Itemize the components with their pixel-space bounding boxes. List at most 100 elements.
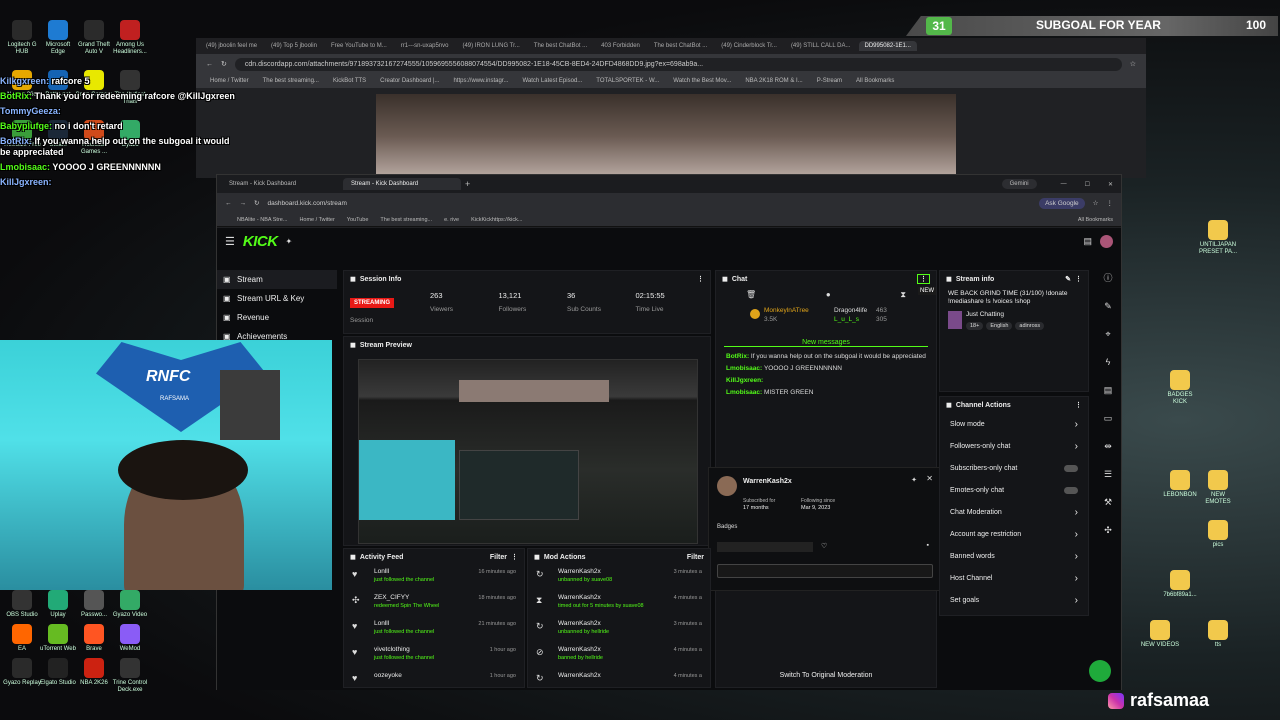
category-thumbnail[interactable]: [948, 311, 962, 329]
pinned-username[interactable]: MonkeylnATree: [764, 307, 809, 314]
desktop-icon[interactable]: Grand Theft Auto V: [74, 20, 114, 56]
back-icon[interactable]: ←: [206, 61, 213, 68]
bookmark-item[interactable]: Creator Dashboard |...: [380, 78, 439, 84]
back-icon[interactable]: ←: [225, 200, 232, 207]
category-name[interactable]: Just Chatting: [966, 311, 1044, 318]
chat-bubble-icon[interactable]: ●: [826, 290, 831, 300]
stream-preview-video[interactable]: [358, 359, 698, 544]
ask-google-button[interactable]: Ask Google: [1039, 197, 1085, 209]
bookmark-item[interactable]: NBA 2K18 ROM & I...: [745, 78, 802, 84]
activity-user[interactable]: Lonlll: [374, 568, 389, 575]
user-card-action-bar[interactable]: [717, 564, 933, 578]
hamburger-icon[interactable]: ☰: [225, 235, 235, 248]
mod-action-user[interactable]: WarrenKash2x: [558, 672, 601, 679]
sparkle-icon[interactable]: ✣: [1100, 522, 1116, 538]
channel-action-item[interactable]: Slow mode ›: [940, 413, 1088, 435]
toggle-switch[interactable]: [1064, 486, 1078, 494]
desktop-icon[interactable]: NBA 2K26: [74, 658, 114, 687]
background-tab[interactable]: (49) STILL CALL DA...: [785, 41, 857, 51]
bookmark-item[interactable]: NBAlite - NBA Stre...: [237, 217, 287, 223]
more-options-icon[interactable]: ⋮: [697, 275, 704, 283]
channel-action-item[interactable]: Chat Moderation ›: [940, 501, 1088, 523]
list-icon[interactable]: ☰: [1100, 466, 1116, 482]
background-tab[interactable]: (49) Cinderblock Tr...: [715, 41, 783, 51]
wrench-icon[interactable]: ⚒: [1100, 494, 1116, 510]
desktop-folder[interactable]: NEW VIDEOS: [1140, 620, 1180, 649]
desktop-folder[interactable]: LEBONBON: [1160, 470, 1200, 499]
channel-action-item[interactable]: Subscribers-only chat: [940, 457, 1088, 479]
background-tab[interactable]: The best ChatBot ...: [648, 41, 713, 51]
background-tab[interactable]: Free YouTube to M...: [325, 41, 393, 51]
bookmark-item[interactable]: Watch the Best Mov...: [673, 78, 731, 84]
edit-icon[interactable]: ✎: [1065, 275, 1071, 283]
mod-action-user[interactable]: WarrenKash2x: [558, 594, 601, 601]
mod-action-user[interactable]: WarrenKash2x: [558, 568, 601, 575]
notifications-icon[interactable]: ▤: [1083, 236, 1092, 247]
background-tab[interactable]: rr1---sn-uxap5nvo: [395, 41, 455, 51]
channel-action-item[interactable]: Host Channel ›: [940, 567, 1088, 589]
desktop-folder[interactable]: pics: [1198, 520, 1238, 549]
menu-dots-icon[interactable]: ⋮: [1107, 199, 1114, 207]
background-url[interactable]: cdn.discordapp.com/attachments/971893732…: [234, 57, 1122, 71]
bookmark-item[interactable]: Home / Twitter: [299, 217, 334, 223]
pencil-icon[interactable]: ✎: [1100, 298, 1116, 314]
bookmark-item[interactable]: The best streaming...: [380, 217, 432, 223]
desktop-icon[interactable]: Brave: [74, 624, 114, 653]
heart-icon[interactable]: ♡: [821, 542, 827, 550]
channel-action-item[interactable]: Emotes-only chat: [940, 479, 1088, 501]
sidebar-item-stream-url-key[interactable]: ▣ Stream URL & Key: [217, 289, 337, 308]
stream-tag[interactable]: adinross: [1015, 322, 1045, 330]
chat-username[interactable]: Lmobisaac:: [726, 389, 764, 396]
tab-kick-dashboard-2[interactable]: Stream - Kick Dashboard: [343, 178, 461, 190]
bookmark-item[interactable]: The best streaming...: [263, 78, 319, 84]
new-tab-icon[interactable]: +: [465, 179, 470, 189]
dashboard-url[interactable]: dashboard.kick.com/stream: [267, 200, 1031, 207]
chat-username[interactable]: BotRix:: [726, 353, 751, 360]
desktop-icon[interactable]: Elgato Studio: [38, 658, 78, 687]
gift-icon[interactable]: ▪: [927, 542, 929, 549]
sidebar-item-revenue[interactable]: ▣ Revenue: [217, 308, 337, 327]
background-tab[interactable]: 403 Forbidden: [595, 41, 646, 51]
minimize-icon[interactable]: —: [1061, 181, 1067, 187]
reload-icon[interactable]: ↻: [221, 60, 227, 68]
desktop-folder[interactable]: 7b6bf89a1...: [1160, 570, 1200, 599]
trash-icon[interactable]: 🗑: [746, 290, 756, 300]
desktop-icon[interactable]: OBS Studio: [2, 590, 42, 619]
toggle-switch[interactable]: [1064, 464, 1078, 472]
desktop-icon[interactable]: Trine Control Deck.exe: [110, 658, 150, 694]
avatar[interactable]: [1100, 234, 1113, 248]
chat-username[interactable]: Lmobisaac:: [726, 365, 764, 372]
desktop-icon[interactable]: Microsoft Edge: [38, 20, 78, 56]
desktop-icon[interactable]: Logitech G HUB: [2, 20, 42, 56]
desktop-icon[interactable]: Gyazo Video: [110, 590, 150, 619]
channel-action-item[interactable]: Followers-only chat ›: [940, 435, 1088, 457]
desktop-folder[interactable]: UNTILJAPAN PRESET PA...: [1198, 220, 1238, 256]
desktop-icon[interactable]: EA: [2, 624, 42, 653]
more-options-icon[interactable]: ⋮: [1075, 275, 1082, 283]
desktop-folder[interactable]: tts: [1198, 620, 1238, 649]
sidebar-item-stream[interactable]: ▣ Stream: [217, 270, 337, 289]
bookmark-item[interactable]: e. rive: [444, 217, 459, 223]
desktop-icon[interactable]: Gyazo Replay: [2, 658, 42, 687]
desktop-folder[interactable]: BADGES KICK: [1160, 370, 1200, 406]
user-card-name[interactable]: WarrenKash2x: [743, 478, 792, 485]
pin-user-icon[interactable]: ✦: [911, 476, 917, 484]
desktop-folder[interactable]: NEW EMOTES: [1198, 470, 1238, 506]
pin-icon[interactable]: ✦: [286, 237, 293, 246]
background-tab[interactable]: DD995082-1E1...: [858, 41, 917, 51]
forward-icon[interactable]: →: [240, 200, 247, 207]
hourglass-icon[interactable]: ⧗: [900, 290, 906, 300]
user-avatar[interactable]: [717, 476, 737, 496]
gemini-button[interactable]: Gemini: [1001, 179, 1037, 189]
close-card-icon[interactable]: ✕: [926, 474, 933, 483]
desktop-icon[interactable]: uTorrent Web: [38, 624, 78, 653]
desktop-icon[interactable]: Passwo...: [74, 590, 114, 619]
close-window-icon[interactable]: ✕: [1108, 181, 1113, 188]
mod-action-user[interactable]: WarrenKash2x: [558, 646, 601, 653]
message-icon[interactable]: ▭: [1100, 410, 1116, 426]
bookmark-item[interactable]: TOTALSPORTEK - W...: [596, 78, 659, 84]
bookmark-item[interactable]: KickKickhttps://kick...: [471, 217, 522, 223]
lightning-icon[interactable]: ϟ: [1100, 354, 1116, 370]
crosshair-icon[interactable]: ⌖: [1100, 326, 1116, 342]
bookmark-star-icon[interactable]: ☆: [1130, 60, 1136, 68]
